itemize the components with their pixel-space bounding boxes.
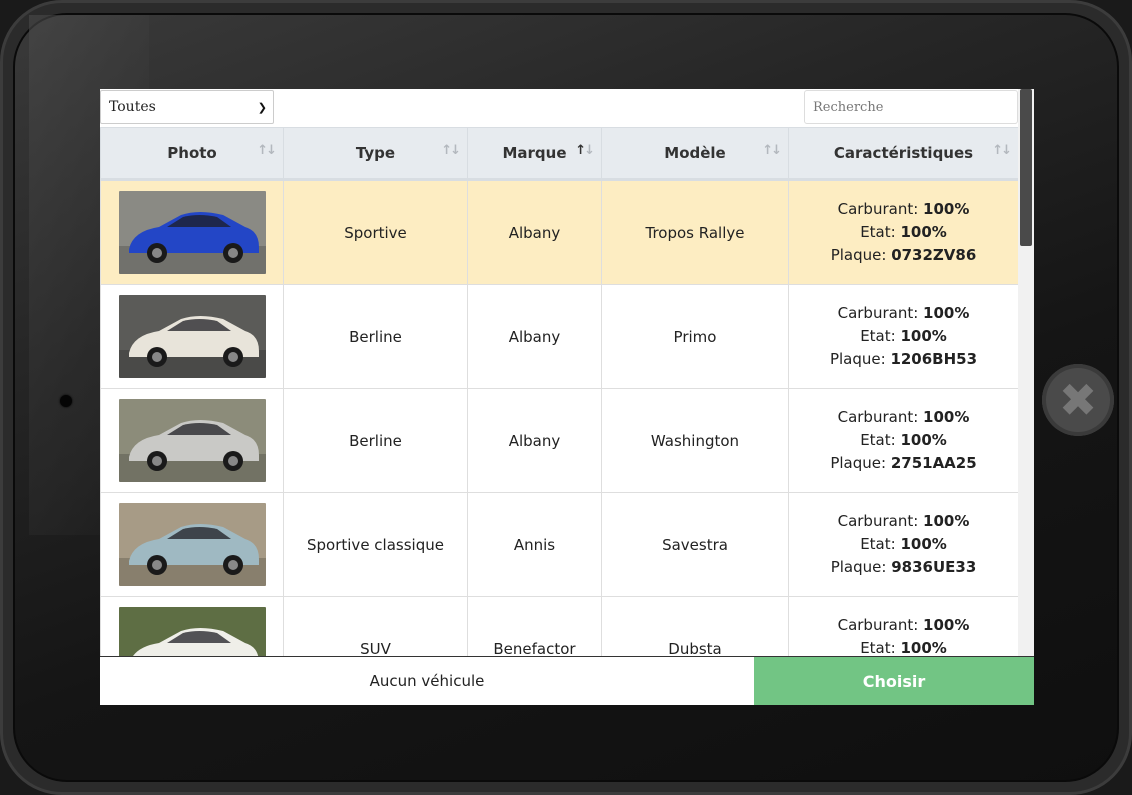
vehicle-photo bbox=[118, 607, 266, 656]
spec-plate: Plaque: 9836UE33 bbox=[830, 558, 977, 576]
spec-state: Etat: 100% bbox=[860, 535, 947, 553]
search-input[interactable]: Recherche bbox=[804, 90, 1018, 124]
table-row[interactable]: Sportive classique Annis Savestra Carbur… bbox=[100, 492, 1018, 597]
column-header-model[interactable]: Modèle ↑↓ bbox=[601, 127, 789, 181]
table-row[interactable]: Berline Albany Primo Carburant: 100% Eta… bbox=[100, 284, 1018, 389]
header-label: Modèle bbox=[664, 144, 726, 162]
column-header-photo[interactable]: Photo ↑↓ bbox=[100, 127, 284, 181]
column-header-type[interactable]: Type ↑↓ bbox=[283, 127, 468, 181]
cell-type: Berline bbox=[283, 284, 468, 389]
spec-fuel: Carburant: 100% bbox=[837, 304, 970, 322]
close-icon: ✖ bbox=[1058, 373, 1098, 427]
spec-fuel: Carburant: 100% bbox=[837, 616, 970, 634]
cell-photo bbox=[100, 179, 284, 285]
cell-brand: Albany bbox=[467, 388, 602, 493]
spec-fuel: Carburant: 100% bbox=[837, 200, 970, 218]
choose-button[interactable]: Choisir bbox=[754, 657, 1034, 705]
cell-brand: Annis bbox=[467, 492, 602, 597]
sort-asc-icon: ↑↓ bbox=[575, 143, 595, 158]
cell-type: Sportive classique bbox=[283, 492, 468, 597]
column-header-specs[interactable]: Caractéristiques ↑↓ bbox=[788, 127, 1018, 181]
spec-plate: Plaque: 1206BH53 bbox=[829, 350, 978, 368]
spec-fuel: Carburant: 100% bbox=[837, 408, 970, 426]
header-label: Photo bbox=[167, 144, 217, 162]
vehicle-table: Photo ↑↓ Type ↑↓ Marque ↑↓ Modèle ↑↓ Caracté… bbox=[100, 127, 1018, 656]
header-label: Marque bbox=[502, 144, 567, 162]
close-button[interactable]: ✖ bbox=[1042, 364, 1114, 436]
cell-specs: Carburant: 100% Etat: 100% Plaque: 1206B… bbox=[788, 284, 1018, 389]
spec-plate: Plaque: 0732ZV86 bbox=[830, 246, 977, 264]
search-placeholder: Recherche bbox=[813, 99, 884, 115]
cell-model: Tropos Rallye bbox=[601, 179, 789, 285]
spec-state: Etat: 100% bbox=[860, 223, 947, 241]
table-header-row: Photo ↑↓ Type ↑↓ Marque ↑↓ Modèle ↑↓ Caracté… bbox=[100, 127, 1018, 181]
vehicle-photo bbox=[118, 503, 266, 586]
category-filter-select[interactable]: Toutes ❯ bbox=[100, 90, 274, 124]
spec-state: Etat: 100% bbox=[860, 639, 947, 656]
cell-brand: Albany bbox=[467, 179, 602, 285]
vehicle-selection-panel: Toutes ❯ Recherche Photo ↑↓ Type ↑↓ Marque… bbox=[100, 89, 1034, 705]
spec-state: Etat: 100% bbox=[860, 431, 947, 449]
vehicle-photo bbox=[118, 399, 266, 482]
table-row[interactable]: Berline Albany Washington Carburant: 100… bbox=[100, 388, 1018, 493]
chevron-down-icon: ❯ bbox=[257, 100, 267, 114]
header-label: Caractéristiques bbox=[833, 144, 974, 162]
cell-type: Sportive bbox=[283, 179, 468, 285]
cell-specs: Carburant: 100% Etat: 100% Plaque: 2751A… bbox=[788, 388, 1018, 493]
spec-fuel: Carburant: 100% bbox=[837, 512, 970, 530]
action-footer: Aucun véhicule Choisir bbox=[100, 656, 1034, 705]
cell-specs: Carburant: 100% Etat: 100% Plaque: 0732Z… bbox=[788, 179, 1018, 285]
cell-specs: Carburant: 100% Etat: 100% Plaque: 9836U… bbox=[788, 492, 1018, 597]
cell-model: Dubsta bbox=[601, 596, 789, 656]
spec-plate: Plaque: 2751AA25 bbox=[830, 454, 977, 472]
vehicle-photo bbox=[118, 191, 266, 274]
sort-icon: ↑↓ bbox=[762, 143, 782, 158]
table-row[interactable]: Sportive Albany Tropos Rallye Carburant:… bbox=[100, 179, 1018, 285]
toolbar: Toutes ❯ Recherche bbox=[100, 89, 1018, 127]
sort-icon: ↑↓ bbox=[257, 143, 277, 158]
camera-icon bbox=[60, 395, 72, 407]
vehicle-table-scroll: Photo ↑↓ Type ↑↓ Marque ↑↓ Modèle ↑↓ Caracté… bbox=[100, 127, 1018, 656]
table-row[interactable]: SUV Benefactor Dubsta Carburant: 100% Et… bbox=[100, 596, 1018, 656]
cell-model: Savestra bbox=[601, 492, 789, 597]
table-scrollbar[interactable] bbox=[1018, 89, 1034, 656]
column-header-brand[interactable]: Marque ↑↓ bbox=[467, 127, 602, 181]
cell-brand: Benefactor bbox=[467, 596, 602, 656]
cell-model: Washington bbox=[601, 388, 789, 493]
cell-model: Primo bbox=[601, 284, 789, 389]
cell-type: Berline bbox=[283, 388, 468, 493]
cell-photo bbox=[100, 388, 284, 493]
sort-icon: ↑↓ bbox=[441, 143, 461, 158]
cell-photo bbox=[100, 492, 284, 597]
spec-state: Etat: 100% bbox=[860, 327, 947, 345]
no-vehicle-button[interactable]: Aucun véhicule bbox=[100, 657, 754, 705]
header-label: Type bbox=[355, 144, 396, 162]
vehicle-photo bbox=[118, 295, 266, 378]
scrollbar-thumb[interactable] bbox=[1020, 89, 1032, 246]
cell-specs: Carburant: 100% Etat: 100% Plaque: 9133H… bbox=[788, 596, 1018, 656]
cell-type: SUV bbox=[283, 596, 468, 656]
cell-photo bbox=[100, 596, 284, 656]
sort-icon: ↑↓ bbox=[992, 143, 1012, 158]
filter-selected-value: Toutes bbox=[109, 99, 156, 115]
cell-photo bbox=[100, 284, 284, 389]
cell-brand: Albany bbox=[467, 284, 602, 389]
